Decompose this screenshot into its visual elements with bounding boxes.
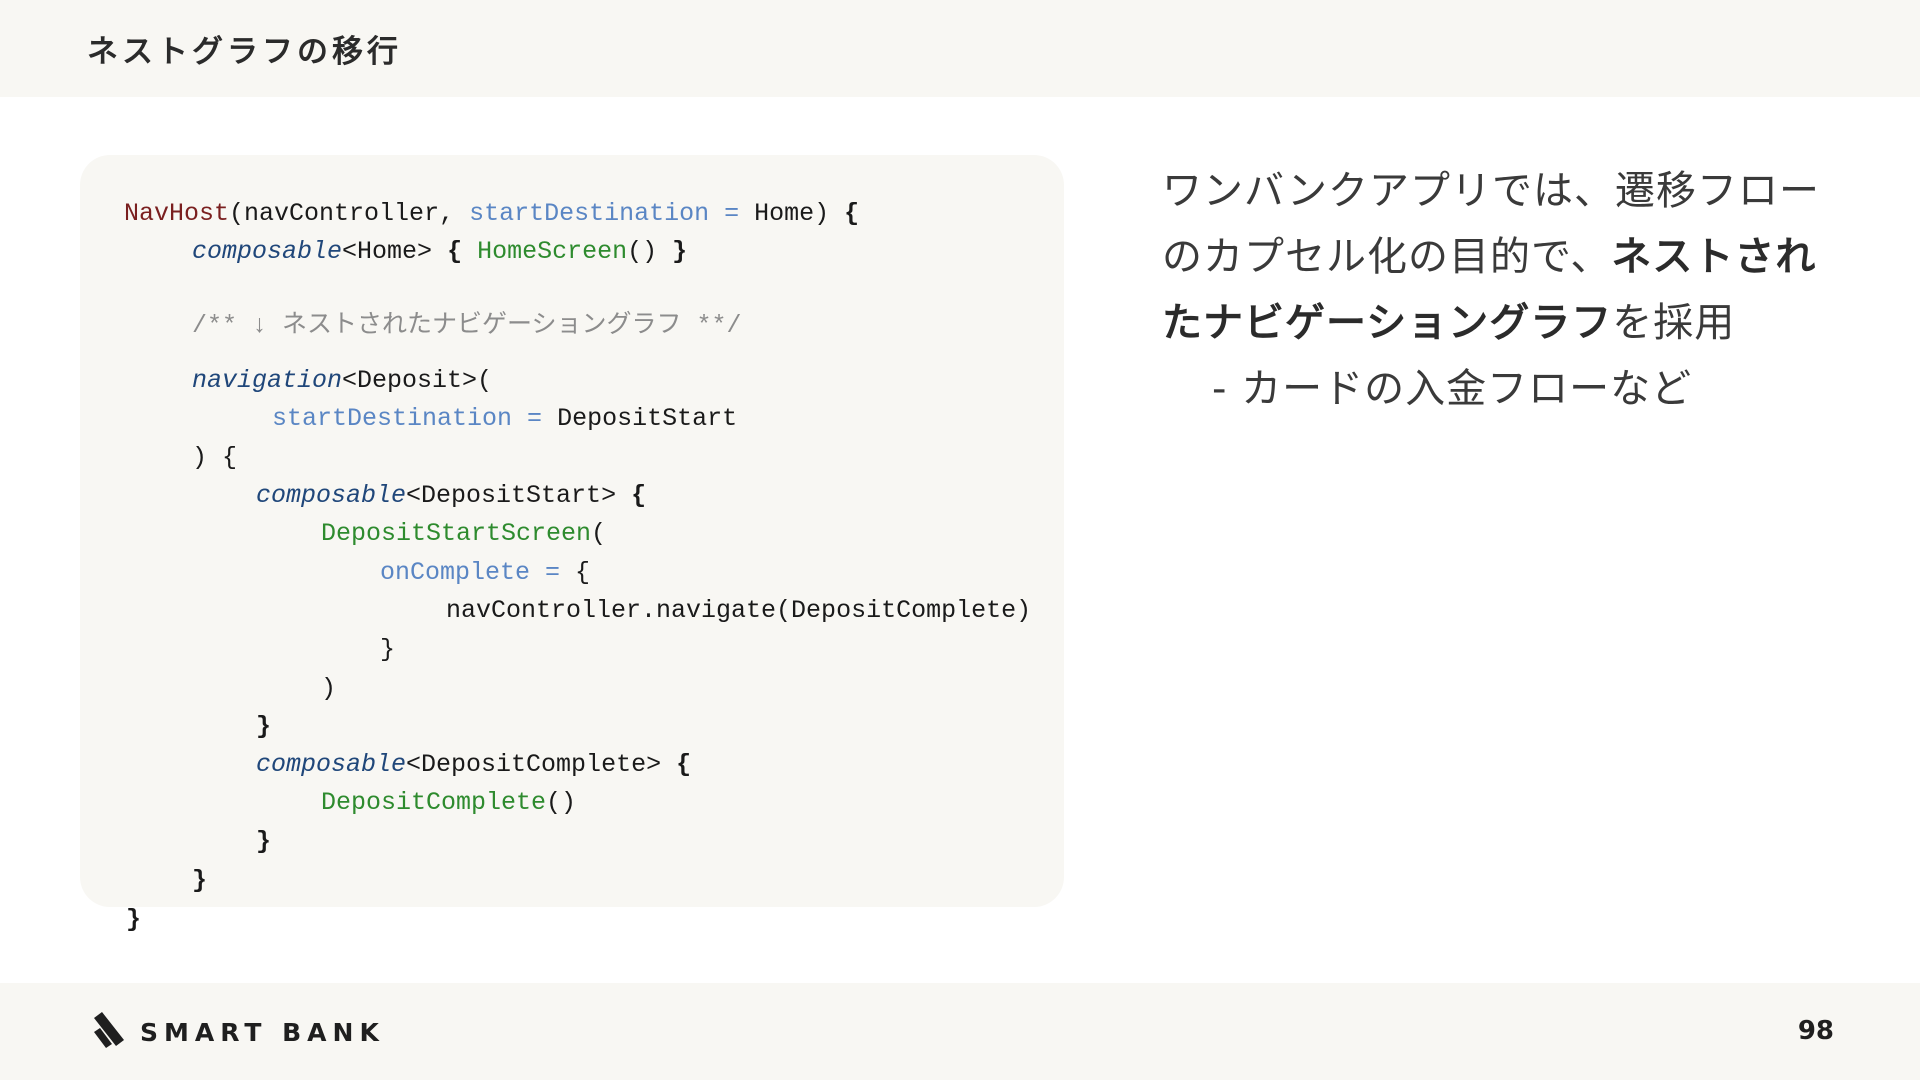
code-line: DepositStartScreen( [321, 519, 607, 548]
code-line: composable<Home> { HomeScreen() } [192, 237, 688, 266]
code-line: navigation<Deposit>( [192, 366, 493, 395]
code-line: navController.navigate(DepositComplete) [446, 596, 1032, 625]
description-text: ワンバンクアプリでは、遷移フローのカプセル化の目的で、ネストされたナビゲーション… [1162, 158, 1842, 422]
slide-title: ネストグラフの移行 [87, 34, 402, 70]
code-line: } [256, 827, 272, 856]
code-line: composable<DepositComplete> { [256, 750, 692, 779]
slide-header: ネストグラフの移行 [0, 0, 1920, 97]
code-line: startDestination = DepositStart [272, 404, 738, 433]
code-line: } [126, 905, 142, 934]
smartbank-mark-icon [94, 1012, 124, 1048]
logo-text: SMART BANK [140, 1017, 385, 1047]
description-bullet: - カードの入金フローなど [1212, 366, 1693, 412]
code-line: } [380, 635, 396, 664]
page-number: 98 [1797, 1016, 1834, 1046]
code-line: DepositComplete() [321, 788, 577, 817]
code-line: composable<DepositStart> { [256, 481, 647, 510]
code-line: onComplete = { [380, 558, 591, 587]
code-line: ) [321, 674, 337, 703]
code-line: } [256, 712, 272, 741]
code-block: NavHost(navController, startDestination … [124, 198, 1031, 934]
code-comment: /** ↓ ネストされたナビゲーショングラフ **/ [192, 311, 742, 340]
code-line: ) { [192, 443, 238, 472]
description-paragraph: ワンバンクアプリでは、遷移フローのカプセル化の目的で、ネストされたナビゲーション… [1162, 168, 1820, 346]
code-line: NavHost(navController, startDestination … [124, 199, 860, 228]
code-line: } [192, 866, 208, 895]
brand-logo: SMART BANK [92, 1012, 385, 1052]
